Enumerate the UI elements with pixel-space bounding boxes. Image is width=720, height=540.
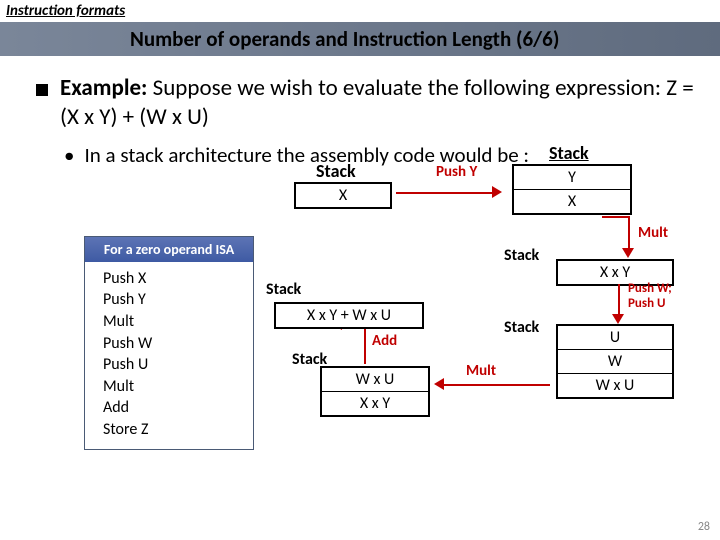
arrow-line: [628, 216, 630, 248]
stack-box-1: X: [294, 182, 392, 209]
example-label: Example:: [60, 74, 147, 102]
isa-line: Push Y: [103, 289, 253, 311]
op-mult-2: Mult: [466, 362, 496, 380]
isa-header: For a zero operand ISA: [85, 237, 253, 262]
isa-line: Push U: [103, 354, 253, 376]
op-push-wu: Push W; Push U: [628, 282, 672, 312]
op-push-y: Push Y: [436, 163, 477, 181]
slide-content: Example: Suppose we wish to evaluate the…: [0, 56, 720, 454]
arrow-right-icon: [492, 186, 502, 198]
isa-line: Mult: [103, 376, 253, 398]
stack-cell: X x Y + W x U: [276, 304, 422, 327]
stack-label: Stack: [504, 246, 539, 265]
stack-label: Stack: [549, 142, 589, 164]
stack-cell: W x U: [558, 374, 672, 397]
stack-box-2: Y X: [512, 164, 632, 215]
isa-body: Push X Push Y Mult Push W Push U Mult Ad…: [85, 262, 253, 449]
arrow-line: [602, 216, 630, 218]
main-bullet: Example: Suppose we wish to evaluate the…: [24, 74, 696, 132]
isa-line: Push W: [103, 333, 253, 355]
isa-line: Store Z: [103, 419, 253, 441]
page-number: 28: [698, 520, 710, 534]
stack-cell: X: [296, 184, 390, 207]
square-bullet-icon: [36, 84, 48, 96]
arrow-line: [618, 284, 620, 314]
stack-cell: X: [514, 190, 630, 213]
title-bar: Number of operands and Instruction Lengt…: [0, 22, 720, 56]
arrow-left-icon: [434, 378, 444, 390]
arrow-line: [444, 384, 550, 386]
stack-box-6: X x Y + W x U: [274, 302, 424, 329]
stack-box-4: U W W x U: [556, 324, 674, 399]
slide-topic: Instruction formats: [0, 0, 720, 22]
stack-label: Stack: [266, 280, 301, 299]
stack-cell: Y: [514, 166, 630, 190]
example-text: Suppose we wish to evaluate the followin…: [60, 74, 694, 131]
arrow-line: [364, 324, 366, 364]
arrow-down-icon: [612, 314, 624, 324]
isa-line: Push X: [103, 268, 253, 290]
diagram-area: For a zero operand ISA Push X Push Y Mul…: [24, 164, 696, 454]
stack-cell: X x Y: [322, 392, 428, 415]
stack-cell: W: [558, 350, 672, 374]
stack-label: Stack: [504, 318, 539, 337]
isa-box: For a zero operand ISA Push X Push Y Mul…: [84, 236, 254, 450]
op-add: Add: [372, 332, 397, 350]
op-mult-1: Mult: [638, 224, 668, 242]
slide-title: Number of operands and Instruction Lengt…: [130, 26, 559, 52]
isa-line: Add: [103, 397, 253, 419]
isa-line: Mult: [103, 311, 253, 333]
stack-cell: W x U: [322, 368, 428, 392]
arrow-line: [396, 192, 492, 194]
stack-label: Stack: [316, 160, 356, 182]
stack-cell: U: [558, 326, 672, 350]
arrow-down-icon: [622, 248, 634, 258]
stack-box-5: W x U X x Y: [320, 366, 430, 417]
